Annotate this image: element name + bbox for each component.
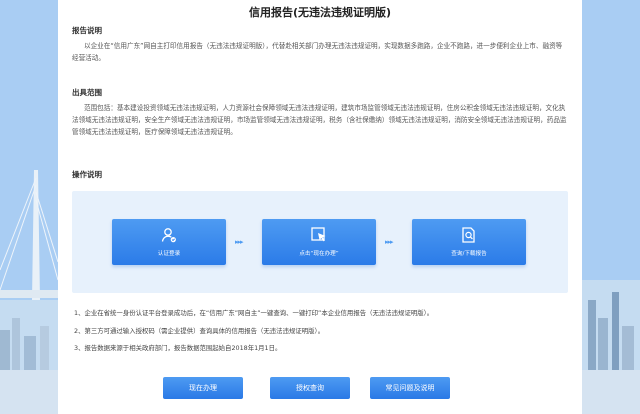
operation-heading: 操作说明 [72, 170, 102, 179]
faq-button[interactable]: 常见问题及说明 [370, 377, 450, 399]
user-check-icon [161, 228, 176, 243]
action-buttons: 现在办理 授权查询 常见问题及说明 [58, 377, 582, 401]
step-download-label: 查询/下载报告 [451, 251, 487, 257]
scope-section: 出具范围 范围包括：基本建设投资领域无违法违规证明，人力资源社会保障领域无违法违… [72, 88, 568, 138]
report-description-section: 报告说明 以企业在“信用广东”网自主打印信用报告（无违法违规证明版），代替赴相关… [72, 26, 568, 64]
document-search-icon [462, 227, 475, 243]
scope-text: 范围包括：基本建设投资领域无违法违规证明，人力资源社会保障领域无违法违规证明，建… [72, 104, 567, 136]
step-click-apply-label: 点击“现在办理” [299, 251, 339, 257]
scope-heading: 出具范围 [72, 88, 102, 97]
step-click-apply: 点击“现在办理” [262, 219, 376, 265]
report-description-text: 以企业在“信用广东”网自主打印信用报告（无违法违规证明版），代替赴相关部门办理无… [72, 42, 563, 62]
note-item: 3、报告数据来源于相关政府部门，报告数据范围起始自2018年1月1日。 [74, 344, 282, 352]
note-item: 2、第三方可通过输入授权码（需企业提供）查询具体的信用报告（无违法违规证明版）。 [74, 326, 325, 335]
operation-flow: 认证登录 ▸▸▸ 点击“现在办理” ▸▸▸ 查询/下载报告 [72, 191, 568, 293]
step-download: 查询/下载报告 [412, 219, 526, 265]
background-cityscape-right [582, 0, 640, 414]
step-login: 认证登录 [112, 219, 226, 265]
apply-now-button[interactable]: 现在办理 [163, 377, 243, 399]
flow-arrow-1: ▸▸▸ [235, 238, 243, 246]
flow-arrow-2: ▸▸▸ [385, 238, 393, 246]
report-description-heading: 报告说明 [72, 26, 102, 35]
background-cityscape-left [0, 0, 58, 414]
note-item: 1、企业在省统一身份认证平台登录成功后，在“信用广东”网自主”一键查询、一键打印… [74, 309, 434, 317]
content-panel: 信用报告(无违法违规证明版) 报告说明 以企业在“信用广东”网自主打印信用报告（… [58, 0, 582, 414]
operation-section: 操作说明 [72, 170, 568, 180]
authorized-query-button[interactable]: 授权查询 [270, 377, 350, 399]
page-title: 信用报告(无违法违规证明版) [248, 6, 392, 19]
step-login-label: 认证登录 [157, 251, 181, 257]
click-cursor-icon [311, 227, 326, 242]
notes-list: 1、企业在省统一身份认证平台登录成功后，在“信用广东”网自主”一键查询、一键打印… [74, 305, 568, 358]
